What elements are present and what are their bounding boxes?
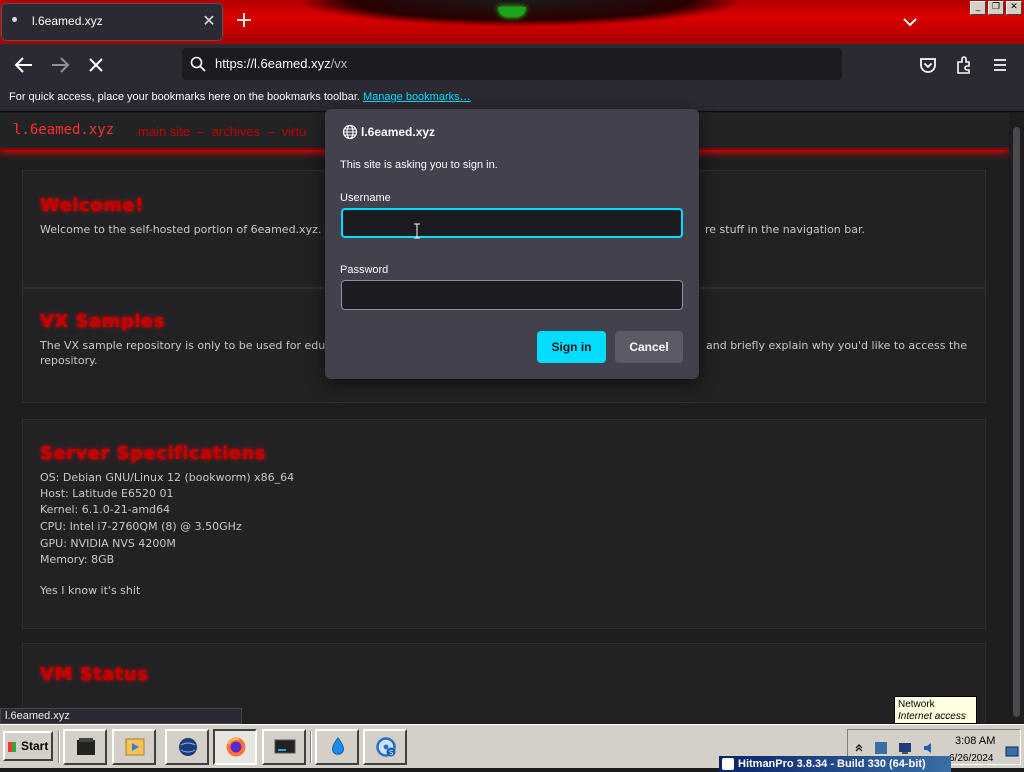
start-button[interactable]: Start: [3, 731, 53, 761]
clock-time[interactable]: 3:08 AM: [955, 735, 995, 747]
site-logo[interactable]: l.6eamed.xyz: [13, 122, 114, 138]
site-nav[interactable]: main site – archives – virtu: [138, 124, 306, 139]
network-tooltip-status: Internet access: [898, 711, 966, 722]
taskbar-app-firefox[interactable]: [213, 729, 257, 765]
search-icon: [190, 56, 206, 72]
taskbar-app-globe[interactable]: [165, 729, 209, 765]
firefox-icon: [226, 737, 246, 757]
welcome-heading: Welcome!: [40, 195, 144, 216]
stop-loading-icon[interactable]: [84, 54, 108, 76]
dark-box-icon: [77, 738, 95, 755]
sign-in-button[interactable]: Sign in: [537, 331, 606, 363]
username-field[interactable]: [341, 208, 683, 238]
page-scrollbar[interactable]: [1009, 113, 1024, 723]
vx-samples-heading: VX Samples: [40, 311, 165, 332]
welcome-text-right: re stuff in the navigation bar.: [705, 223, 866, 236]
pocket-icon[interactable]: [916, 54, 940, 76]
server-specs-heading: Server Specifications: [40, 443, 267, 464]
spec-note: Yes I know it's shit: [40, 584, 141, 597]
svg-text:S: S: [389, 749, 394, 757]
url-path: /vx: [330, 56, 348, 71]
extensions-icon[interactable]: [952, 54, 976, 76]
spec-line: GPU: NVIDIA NVS 4200M: [40, 537, 176, 550]
text-cursor-icon: [414, 223, 420, 239]
start-label: Start: [21, 739, 49, 753]
spec-line: Memory: 8GB: [40, 553, 115, 566]
browser-tab[interactable]: l.6eamed.xyz ✕: [2, 4, 222, 40]
network-tooltip: Network Internet access: [894, 696, 977, 724]
network-tray-icon[interactable]: [898, 741, 912, 755]
tray-expand-icon[interactable]: [854, 743, 864, 753]
scrollbar-thumb[interactable]: [1013, 127, 1020, 717]
spec-line: CPU: Intel i7-2760QM (8) @ 3.50GHz: [40, 520, 242, 533]
hitmanpro-icon: [722, 758, 734, 770]
window-controls: _ ❐ ✕: [970, 1, 1022, 15]
tab-close-button[interactable]: ✕: [199, 11, 219, 31]
vx-samples-text: The VX sample repository is only to be u…: [40, 339, 343, 352]
clock-date[interactable]: 6/26/2024: [949, 753, 994, 764]
media-player-icon: [125, 738, 145, 756]
new-tab-button[interactable]: +: [233, 10, 255, 32]
taskbar-app-monitor[interactable]: [262, 729, 306, 765]
link-status-bar: l.6eamed.xyz: [0, 708, 242, 724]
steering-wheel-icon: S: [376, 737, 396, 757]
spec-line: OS: Debian GNU/Linux 12 (bookworm) x86_6…: [40, 471, 295, 484]
restore-window-button[interactable]: ❐: [988, 1, 1004, 15]
minimize-window-button[interactable]: _: [970, 1, 986, 15]
sign-in-dialog: l.6eamed.xyz This site is asking you to …: [325, 109, 699, 379]
list-all-tabs-icon[interactable]: [900, 12, 920, 32]
tab-favicon-icon: [12, 17, 17, 22]
windows-flag-icon: [8, 742, 16, 752]
show-desktop-icon[interactable]: [1005, 744, 1019, 758]
taskbar-separator: [58, 731, 60, 763]
dialog-site-name: l.6eamed.xyz: [361, 125, 436, 139]
cancel-button[interactable]: Cancel: [615, 331, 683, 363]
forward-arrow-icon[interactable]: [48, 54, 72, 76]
globe-icon: [342, 124, 358, 140]
address-bar[interactable]: https://l.6eamed.xyz/vx: [182, 48, 842, 80]
taskbar-app-droplet[interactable]: [315, 729, 359, 765]
vm-status-heading: VM Status: [40, 664, 149, 685]
bookmarks-hint: For quick access, place your bookmarks h…: [9, 91, 471, 103]
username-label: Username: [340, 192, 391, 204]
taskbar-separator: [310, 731, 312, 763]
globe-app-icon: [179, 738, 197, 756]
tab-strip: l.6eamed.xyz ✕ + _ ❐ ✕: [0, 0, 1024, 44]
taskbar-app-terminal[interactable]: [63, 729, 107, 765]
url-text: https://l.6eamed.xyz/vx: [215, 56, 347, 71]
monitor-icon: [274, 739, 296, 754]
close-window-button[interactable]: ✕: [1006, 1, 1022, 15]
server-specs-card: Server Specifications OS: Debian GNU/Lin…: [22, 419, 986, 629]
bookmarks-hint-text: For quick access, place your bookmarks h…: [9, 91, 360, 103]
hitmanpro-title: HitmanPro 3.8.34 - Build 330 (64-bit): [738, 758, 926, 770]
welcome-text: Welcome to the self-hosted portion of 6e…: [40, 223, 347, 236]
dialog-message: This site is asking you to sign in.: [340, 159, 498, 171]
password-field[interactable]: [341, 280, 683, 310]
spec-line: Kernel: 6.1.0-21-amd64: [40, 503, 171, 516]
url-host: https://l.6eamed.xyz: [215, 56, 331, 71]
taskbar-app-media[interactable]: [112, 729, 156, 765]
vx-samples-text-line2: repository.: [40, 354, 98, 367]
password-label: Password: [340, 264, 389, 276]
hitmanpro-notification[interactable]: HitmanPro 3.8.34 - Build 330 (64-bit): [719, 756, 951, 772]
taskbar-app-steering[interactable]: S: [363, 729, 407, 765]
tab-title: l.6eamed.xyz: [32, 14, 103, 28]
status-url: l.6eamed.xyz: [5, 710, 70, 722]
water-drop-icon: [332, 737, 344, 755]
spec-line: Host: Latitude E6520 01: [40, 487, 174, 500]
network-tooltip-title: Network: [898, 699, 935, 710]
volume-tray-icon[interactable]: [922, 741, 936, 755]
security-tray-icon[interactable]: [874, 741, 888, 755]
menu-hamburger-icon[interactable]: [988, 54, 1012, 76]
back-arrow-icon[interactable]: [12, 54, 36, 76]
manage-bookmarks-link[interactable]: Manage bookmarks…: [363, 91, 471, 103]
vx-samples-text-right: and briefly explain why you'd like to ac…: [706, 339, 968, 352]
